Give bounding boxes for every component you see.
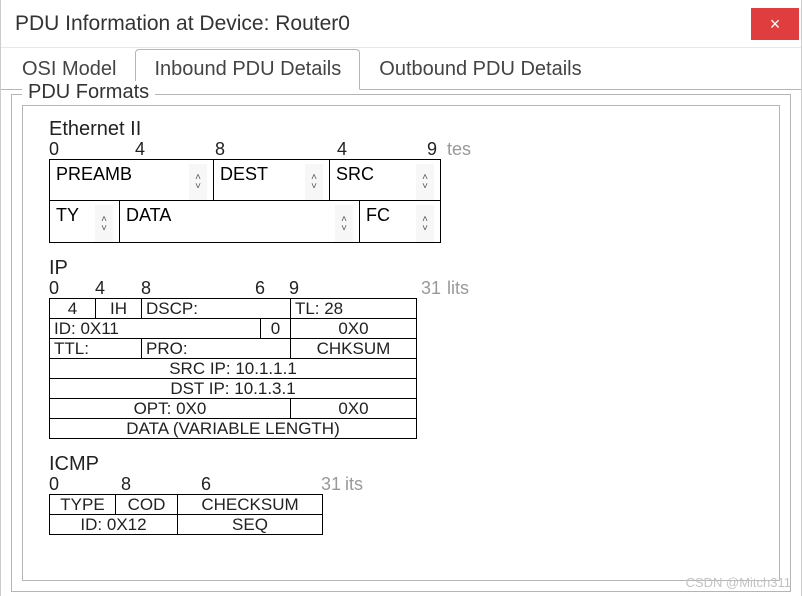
- icmp-table: TYPE COD CHECKSUM ID: 0X12 SEQ: [49, 494, 323, 535]
- icmp-title: ICMP: [49, 453, 753, 476]
- field-ip-dscp: DSCP:: [142, 299, 291, 319]
- pdu-formats-group: PDU Formats Ethernet II 0 4 8 4 9 tes PR…: [11, 94, 791, 592]
- field-fcs: FC ˄˅: [360, 201, 440, 242]
- field-ip-dst: DST IP: 10.1.3.1: [50, 379, 417, 399]
- table-row: 4 IH DSCP: TL: 28: [50, 299, 417, 319]
- field-ip-ihl: IH: [96, 299, 142, 319]
- field-preamble: PREAMB ˄˅: [50, 160, 214, 200]
- ip-section: IP 0 4 8 6 9 31 lits 4 IH DSCP: TL: 28 I…: [49, 257, 753, 439]
- field-ip-src: SRC IP: 10.1.1.1: [50, 359, 417, 379]
- stepper-src[interactable]: ˄˅: [416, 164, 434, 200]
- group-legend: PDU Formats: [22, 81, 155, 104]
- ip-bit-ruler: 0 4 8 6 9 31 lits: [49, 280, 449, 298]
- stepper-type[interactable]: ˄˅: [95, 205, 113, 242]
- table-row: SRC IP: 10.1.1.1: [50, 359, 417, 379]
- table-row: DST IP: 10.1.3.1: [50, 379, 417, 399]
- field-type: TY ˄˅: [50, 201, 120, 242]
- field-ip-opt: OPT: 0X0: [50, 399, 291, 419]
- chevron-down-icon[interactable]: ˅: [416, 224, 434, 233]
- field-dest-mac: DEST ˄˅: [214, 160, 330, 200]
- ip-table: 4 IH DSCP: TL: 28 ID: 0X11 0 0X0 TTL: PR…: [49, 298, 417, 439]
- stepper-fcs[interactable]: ˄˅: [416, 205, 434, 242]
- field-ip-ttl: TTL:: [50, 339, 142, 359]
- chevron-down-icon[interactable]: ˅: [305, 182, 323, 191]
- ethernet-bit-ruler: 0 4 8 4 9 tes: [49, 141, 449, 159]
- stepper-data[interactable]: ˄˅: [335, 205, 353, 242]
- watermark: CSDN @Mitch311: [686, 575, 791, 590]
- icmp-bit-ruler: 0 8 6 31 its: [49, 476, 369, 494]
- field-ip-flags: 0: [260, 319, 290, 339]
- window-title: PDU Information at Device: Router0: [15, 12, 350, 36]
- field-data: DATA ˄˅: [120, 201, 360, 242]
- chevron-down-icon[interactable]: ˅: [335, 224, 353, 233]
- field-ip-pad: 0X0: [290, 399, 416, 419]
- field-ip-pro: PRO:: [142, 339, 291, 359]
- field-icmp-type: TYPE: [50, 495, 116, 515]
- chevron-down-icon[interactable]: ˅: [95, 224, 113, 233]
- close-icon: ×: [770, 15, 781, 33]
- chevron-down-icon[interactable]: ˅: [416, 182, 434, 191]
- ethernet-section: Ethernet II 0 4 8 4 9 tes PREAMB ˄˅ DEST: [49, 118, 753, 243]
- field-ip-data: DATA (VARIABLE LENGTH): [50, 419, 417, 439]
- pdu-inner-panel: Ethernet II 0 4 8 4 9 tes PREAMB ˄˅ DEST: [22, 105, 780, 581]
- stepper-preamble[interactable]: ˄˅: [189, 164, 207, 200]
- table-row: ID: 0X11 0 0X0: [50, 319, 417, 339]
- tab-inbound-pdu[interactable]: Inbound PDU Details: [135, 49, 360, 90]
- ethernet-row1: PREAMB ˄˅ DEST ˄˅ SRC ˄˅: [49, 159, 441, 201]
- field-ip-ver: 4: [50, 299, 96, 319]
- close-button[interactable]: ×: [751, 8, 799, 40]
- field-ip-tl: TL: 28: [290, 299, 416, 319]
- field-ip-frag: 0X0: [290, 319, 416, 339]
- ethernet-title: Ethernet II: [49, 118, 753, 141]
- table-row: DATA (VARIABLE LENGTH): [50, 419, 417, 439]
- field-icmp-code: COD: [116, 495, 178, 515]
- stepper-dest[interactable]: ˄˅: [305, 164, 323, 200]
- field-ip-id: ID: 0X11: [50, 319, 261, 339]
- field-ip-chk: CHKSUM: [290, 339, 416, 359]
- icmp-section: ICMP 0 8 6 31 its TYPE COD CHECKSUM ID: …: [49, 453, 753, 535]
- chevron-down-icon[interactable]: ˅: [189, 182, 207, 191]
- ethernet-row2: TY ˄˅ DATA ˄˅ FC ˄˅: [49, 201, 441, 243]
- ip-title: IP: [49, 257, 753, 280]
- field-src-mac: SRC ˄˅: [330, 160, 440, 200]
- table-row: TYPE COD CHECKSUM: [50, 495, 323, 515]
- table-row: OPT: 0X0 0X0: [50, 399, 417, 419]
- field-icmp-chk: CHECKSUM: [178, 495, 323, 515]
- table-row: TTL: PRO: CHKSUM: [50, 339, 417, 359]
- field-icmp-id: ID: 0X12: [50, 515, 178, 535]
- table-row: ID: 0X12 SEQ: [50, 515, 323, 535]
- field-icmp-seq: SEQ: [178, 515, 323, 535]
- tab-outbound-pdu[interactable]: Outbound PDU Details: [360, 49, 600, 90]
